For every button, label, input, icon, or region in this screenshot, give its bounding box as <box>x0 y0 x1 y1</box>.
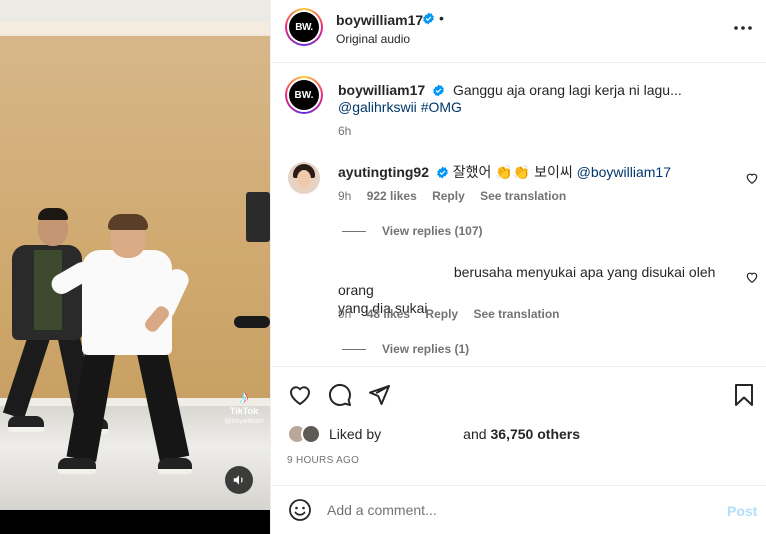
bystander-arm <box>234 316 270 328</box>
comment-likes[interactable]: 922 likes <box>367 189 417 203</box>
comment-body: ayutingting92 잘했어 👏👏 보이씨 @boywilliam17 <box>338 163 728 181</box>
bookmark-icon <box>735 384 753 406</box>
heart-icon <box>289 386 311 405</box>
comment-meta: 9h 922 likes Reply See translation <box>338 189 578 203</box>
video-frame[interactable]: ♪ TikTok @boywilliam <box>0 0 270 510</box>
commenter-username-redacted[interactable]: xxxxxxxxxxxxxxxx <box>338 263 450 281</box>
dancer-back-shoe <box>8 416 44 432</box>
audio-link[interactable]: Original audio <box>336 32 410 46</box>
comment-like-heart-icon[interactable] <box>745 270 759 284</box>
add-comment-bar: Post <box>271 485 766 534</box>
comment-time[interactable]: 9h <box>338 189 351 203</box>
tiktok-logo-icon: ♪ <box>239 387 249 407</box>
commenter-avatar[interactable] <box>288 162 320 194</box>
comment-translate-button[interactable]: See translation <box>473 307 559 321</box>
comment-icon <box>328 383 351 406</box>
replies-divider-line <box>342 230 366 232</box>
liked-by-label: Liked by <box>329 426 382 442</box>
speaker-icon <box>233 475 243 485</box>
caption-hashtag-link[interactable]: #OMG <box>421 99 462 115</box>
comment-reply-button[interactable]: Reply <box>425 307 458 321</box>
dancer-front-shoe <box>158 458 192 474</box>
caption-username[interactable]: boywilliam17 <box>338 82 425 98</box>
more-options-button[interactable] <box>732 17 754 39</box>
view-replies-button[interactable]: View replies (1) <box>342 342 469 356</box>
action-bar <box>271 366 766 422</box>
verified-badge-icon <box>437 166 448 179</box>
liker-avatar[interactable] <box>301 424 321 444</box>
comment-meta: 9h 48 likes Reply See translation <box>338 307 571 321</box>
camera-shape <box>246 192 270 242</box>
comment-input[interactable] <box>327 498 707 522</box>
tiktok-watermark: ♪ TikTok @boywilliam <box>218 388 270 425</box>
post-header: BW. boywilliam17 • Original audio <box>271 0 766 63</box>
caption-tags: @galihrkswii #OMG <box>338 99 462 115</box>
dancer-back-hair <box>38 208 68 220</box>
commenter-avatar[interactable] <box>288 258 320 290</box>
likes-and-label: and <box>463 426 487 442</box>
likes-others-link[interactable]: 36,750 others <box>491 426 581 442</box>
tiktok-watermark-user: @boywilliam <box>224 418 264 425</box>
comment-likes[interactable]: 48 likes <box>367 307 410 321</box>
comment-time[interactable]: 9h <box>338 307 351 321</box>
post-media[interactable]: ♪ TikTok @boywilliam <box>0 0 270 534</box>
commenter-username[interactable]: ayutingting92 <box>338 164 429 180</box>
dancer-front-shoe <box>58 458 96 474</box>
share-button[interactable] <box>366 382 392 408</box>
post-side-panel: BW. boywilliam17 • Original audio BW. bo… <box>270 0 766 534</box>
caption-mention-link[interactable]: @galihrkswii <box>338 99 417 115</box>
avatar-logo-text: BW. <box>289 80 319 110</box>
save-button[interactable] <box>731 382 757 408</box>
view-replies-label: View replies (1) <box>382 342 470 356</box>
send-icon <box>369 385 390 405</box>
comment-mention-link[interactable]: @boywilliam17 <box>577 164 671 180</box>
header-separator-dot: • <box>439 10 444 26</box>
comment-reply-button[interactable]: Reply <box>432 189 465 203</box>
verified-badge-icon <box>433 84 444 97</box>
replies-divider-line <box>342 348 366 350</box>
post-timestamp[interactable]: 9 HOURS AGO <box>287 455 359 466</box>
like-button[interactable] <box>287 382 313 408</box>
author-avatar[interactable]: BW. <box>285 8 323 46</box>
view-replies-button[interactable]: View replies (107) <box>342 224 483 238</box>
comment-text: 잘했어 👏👏 보이씨 <box>452 164 573 180</box>
caption-line: boywilliam17 Ganggu aja orang lagi kerja… <box>338 81 758 100</box>
author-username[interactable]: boywilliam17 <box>336 12 423 28</box>
likes-summary: Liked by and 36,750 others <box>287 422 580 446</box>
view-replies-label: View replies (107) <box>382 224 483 238</box>
post-comment-button[interactable]: Post <box>727 503 757 519</box>
comment-translate-button[interactable]: See translation <box>480 189 566 203</box>
more-horizontal-icon <box>734 26 752 30</box>
caption-time[interactable]: 6h <box>338 124 351 138</box>
caption-avatar[interactable]: BW. <box>285 76 323 114</box>
emoji-icon[interactable] <box>288 498 312 522</box>
comment-like-heart-icon[interactable] <box>745 171 759 185</box>
dancer-front-hair <box>108 214 148 230</box>
verified-badge-icon <box>423 12 434 25</box>
tiktok-watermark-brand: TikTok <box>229 406 259 416</box>
caption-text: Ganggu aja orang lagi kerja ni lagu... <box>452 82 682 98</box>
mute-button[interactable] <box>225 466 253 494</box>
comment-button[interactable] <box>327 382 353 408</box>
video-ceiling <box>0 0 270 34</box>
avatar-logo-text: BW. <box>289 12 319 42</box>
